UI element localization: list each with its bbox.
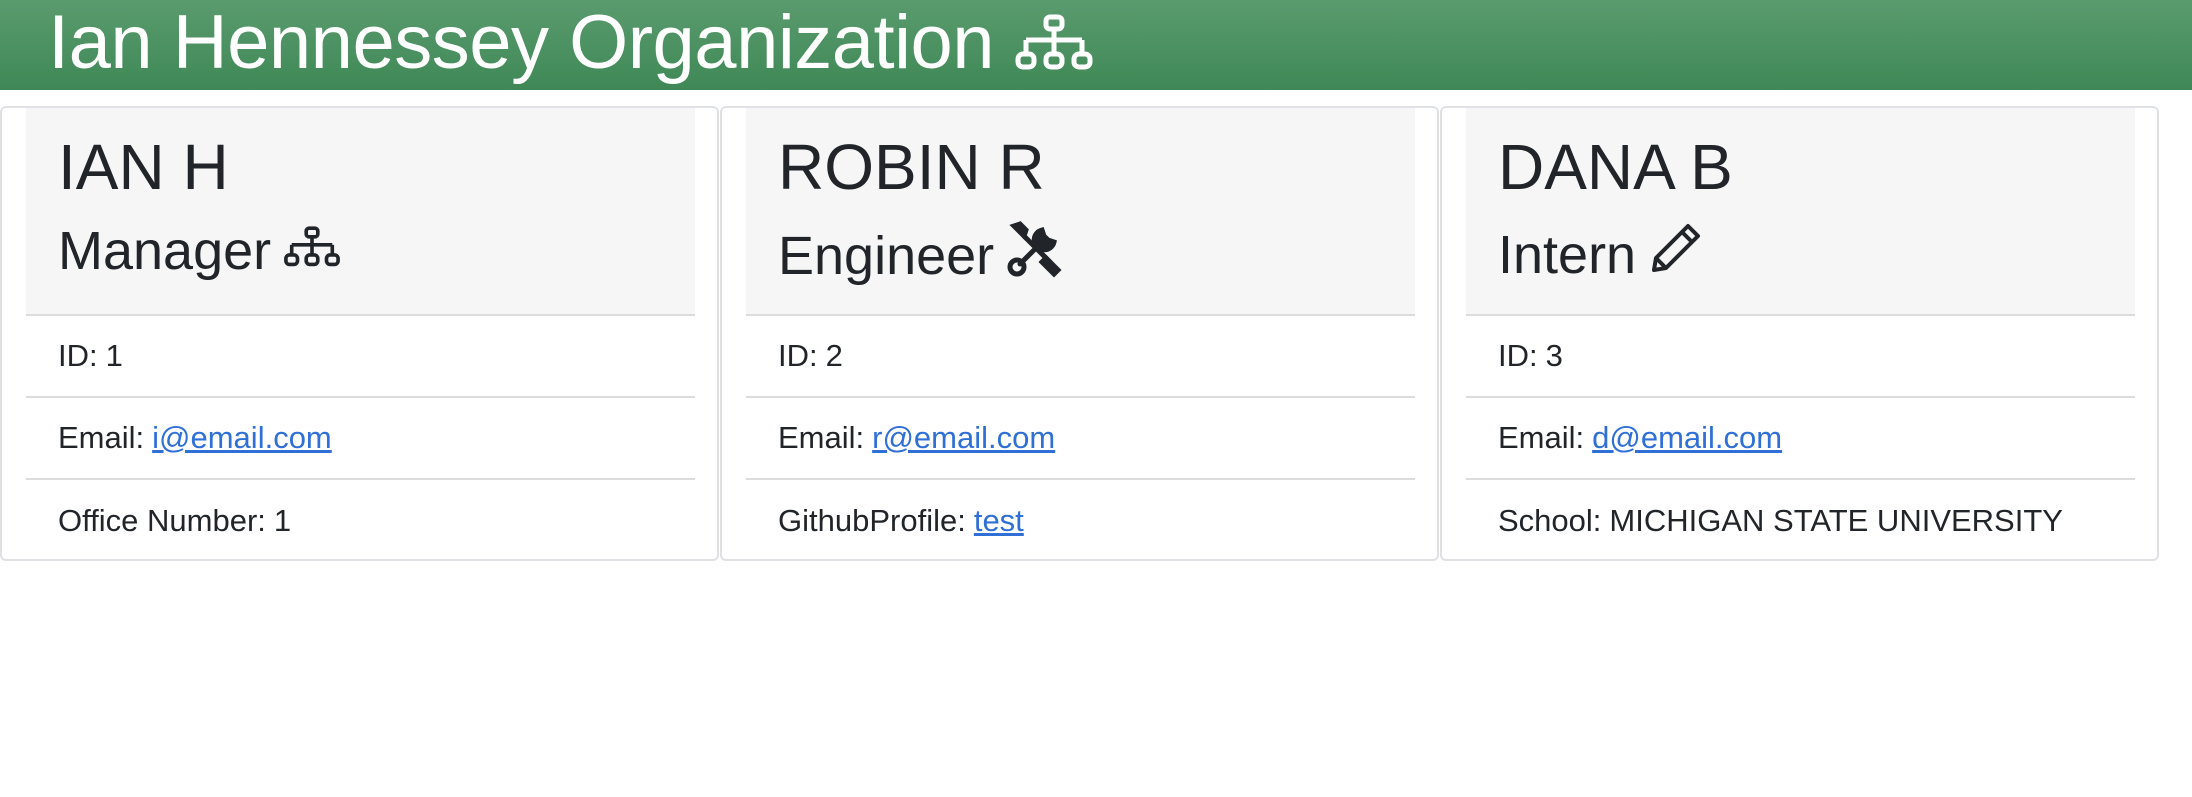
role-label: Manager [58,221,272,281]
page-title: Ian Hennessey Organization [48,0,995,85]
employee-card-manager: IAN H Manager ID: 1 Email: i@email.com O… [0,106,719,561]
employee-cards: IAN H Manager ID: 1 Email: i@email.com O… [0,106,2160,561]
card-header: IAN H Manager [26,108,695,316]
employee-role: Manager [58,220,341,282]
employee-role: Intern [1498,220,1704,289]
role-label: Engineer [778,225,995,286]
employee-card-engineer: ROBIN R Engineer ID: 2 Email: r@email.co… [720,106,1439,561]
employee-id-row: ID: 2 [746,316,1415,398]
github-profile-label: GithubProfile: [778,503,966,538]
id-label: ID: [58,338,98,373]
email-label: Email: [778,420,865,455]
github-profile-link[interactable]: test [974,503,1024,539]
school-value: MICHIGAN STATE UNIVERSITY [1609,503,2063,538]
employee-email-row: Email: i@email.com [26,398,695,480]
card-header: ROBIN R Engineer [746,108,1415,316]
employee-name: IAN H [58,131,229,203]
employee-name: ROBIN R [778,131,1045,203]
page-header: Ian Hennessey Organization [0,0,2192,90]
office-number-value: 1 [273,503,292,538]
employee-card-intern: DANA B Intern ID: 3 Email: d@email.com S… [1440,106,2159,561]
pencil-icon [1648,220,1704,289]
github-profile-row: GithubProfile: test [746,480,1415,562]
id-value: 3 [1545,338,1563,373]
employee-name: DANA B [1498,131,1733,203]
school-row: School: MICHIGAN STATE UNIVERSITY [1466,480,2135,562]
email-label: Email: [1498,420,1585,455]
email-link[interactable]: d@email.com [1592,420,1782,456]
email-link[interactable]: i@email.com [152,420,332,456]
id-label: ID: [1498,338,1538,373]
employee-email-row: Email: d@email.com [1466,398,2135,480]
id-value: 1 [105,338,123,373]
sitemap-icon [283,220,341,282]
email-link[interactable]: r@email.com [872,420,1055,456]
id-label: ID: [778,338,818,373]
office-number-row: Office Number: 1 [26,480,695,562]
email-label: Email: [58,420,145,455]
office-number-label: Office Number: [58,503,266,538]
card-header: DANA B Intern [1466,108,2135,316]
sitemap-icon [1014,14,1094,77]
role-label: Intern [1498,224,1637,285]
employee-id-row: ID: 3 [1466,316,2135,398]
id-value: 2 [825,338,843,373]
tools-icon [1006,220,1064,291]
employee-email-row: Email: r@email.com [746,398,1415,480]
employee-id-row: ID: 1 [26,316,695,398]
school-label: School: [1498,503,1602,538]
employee-role: Engineer [778,220,1064,291]
